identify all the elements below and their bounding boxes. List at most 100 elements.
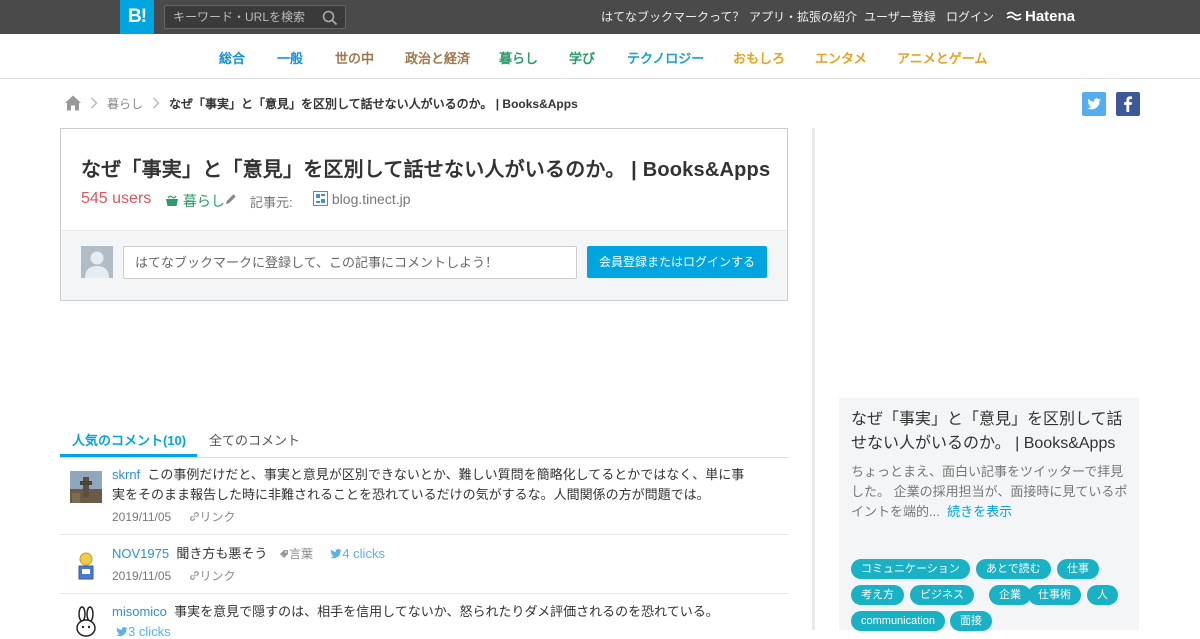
twitter-bird-icon [330, 549, 342, 559]
breadcrumb-category[interactable]: 暮らし [107, 95, 143, 113]
entry-title[interactable]: なぜ「事実」と「意見」を区別して話せない人がいるのか。 | Books&Apps [81, 153, 770, 182]
link-icon [189, 512, 199, 521]
tag-chip[interactable]: 仕事術 [1028, 585, 1081, 605]
tab-popular-comments[interactable]: 人気のコメント(10) [72, 430, 186, 449]
user-avatar-placeholder [81, 246, 113, 278]
search-icon[interactable] [322, 10, 338, 26]
category-social[interactable]: 世の中 [335, 48, 374, 67]
comment-meta: 2019/11/05 リンク [112, 567, 236, 584]
pencil-icon[interactable] [225, 193, 237, 205]
show-more-link[interactable]: 続きを表示 [947, 504, 1012, 519]
tag-chip[interactable]: 考え方 [851, 585, 904, 605]
comment-row: misomico 事実を意見で隠すのは、相手を信用してないか、怒られたりダメ評価… [60, 594, 788, 639]
permalink-label: リンク [199, 510, 236, 524]
permalink[interactable]: リンク [189, 569, 236, 583]
category-entertainment[interactable]: エンタメ [815, 48, 867, 67]
tag-chip[interactable]: ビジネス [910, 585, 974, 605]
comment-row: NOV1975 聞き方も悪そう 言葉 4 clicks 2019/11/05 リ… [60, 535, 788, 594]
twitter-bird-icon [116, 627, 128, 637]
rabbit-avatar-icon [70, 606, 102, 638]
home-icon[interactable] [64, 94, 82, 112]
hatena-bookmark-logo[interactable]: B! [120, 0, 154, 34]
top-bar: B! はてなブックマークって？ アプリ・拡張の紹介 ユーザー登録 ログイン Ha… [0, 0, 1200, 34]
twitter-icon [1087, 98, 1101, 110]
category-knowledge[interactable]: 学び [569, 48, 595, 67]
comment-user[interactable]: NOV1975 [112, 546, 169, 561]
active-tab-indicator [60, 454, 197, 457]
tab-all-comments[interactable]: 全てのコメント [209, 430, 300, 449]
hatena-brand-link[interactable]: Hatena [1006, 0, 1075, 34]
breadcrumb-current: なぜ「事実」と「意見」を区別して話せない人がいるのか。 | Books&Apps [169, 97, 578, 111]
chevron-right-icon [152, 97, 160, 109]
twitter-share-button[interactable] [1082, 92, 1106, 116]
entry-box: なぜ「事実」と「意見」を区別して話せない人がいるのか。 | Books&Apps… [60, 128, 788, 301]
category-game[interactable]: アニメとゲーム [897, 48, 987, 67]
hatena-wave-icon [1006, 11, 1022, 21]
comment-meta: 2019/11/05 リンク [112, 508, 236, 525]
comment-text-line1: この事例だけだと、事実と意見が区別できないとか、難しい質問を簡略化してるとかでは… [147, 467, 745, 482]
comment-date[interactable]: 2019/11/05 [112, 569, 171, 583]
permalink[interactable]: リンク [189, 510, 236, 524]
tag-chip[interactable]: communication [851, 611, 945, 631]
search-box [164, 5, 346, 29]
twitter-clicks[interactable]: 3 clicks [116, 624, 171, 639]
nav-apps[interactable]: アプリ・拡張の紹介 [749, 0, 857, 34]
category-ippan[interactable]: 一般 [277, 48, 303, 67]
summary-title[interactable]: なぜ「事実」と「意見」を区別して話せない人がいるのか。 | Books&Apps [851, 408, 1131, 456]
register-login-button[interactable]: 会員登録またはログインする [587, 246, 767, 278]
category-it[interactable]: テクノロジー [627, 48, 704, 67]
avatar[interactable] [70, 606, 102, 638]
comment-row: skrnf この事例だけだと、事実と意見が区別できないとか、難しい質問を簡略化し… [60, 458, 788, 535]
comment-form-area: 会員登録またはログインする [61, 230, 787, 300]
category-fun[interactable]: おもしろ [733, 48, 785, 67]
comment-text: 聞き方も悪そう [176, 546, 268, 561]
tag-chip[interactable]: 仕事 [1057, 559, 1099, 579]
user-avatar-icon [70, 549, 102, 581]
category-life[interactable]: 暮らし [499, 48, 538, 67]
entry-category[interactable]: 暮らし [165, 191, 225, 211]
tag-chip[interactable]: コミュニケーション [851, 559, 970, 579]
hatena-brand-text: Hatena [1025, 8, 1076, 25]
users-count[interactable]: 545 users [81, 190, 151, 208]
facebook-share-button[interactable] [1116, 92, 1140, 116]
permalink-label: リンク [199, 569, 236, 583]
tag-icon [279, 550, 288, 558]
comment-body: misomico 事実を意見で隠すのは、相手を信用してないか、怒られたりダメ評価… [112, 602, 719, 622]
comment-user[interactable]: misomico [112, 604, 167, 619]
source-domain: blog.tinect.jp [331, 191, 411, 207]
avatar[interactable] [70, 471, 102, 503]
comment-user[interactable]: skrnf [112, 467, 140, 482]
comment-text: 事実を意見で隠すのは、相手を信用してないか、怒られたりダメ評価されるのを恐れてい… [174, 604, 719, 619]
nav-login[interactable]: ログイン [946, 0, 994, 34]
bookmark-comment-input[interactable] [123, 246, 577, 279]
summary-description: ちょっとまえ、面白い記事をツイッターで拝見した。 企業の採用担当が、面接時に見て… [851, 462, 1131, 522]
default-user-icon [85, 251, 109, 278]
entry-category-label: 暮らし [182, 193, 225, 209]
category-nav: 総合 一般 世の中 政治と経済 暮らし 学び テクノロジー おもしろ エンタメ … [0, 34, 1200, 79]
comment-tabs: 人気のコメント(10) 全てのコメント [60, 420, 788, 458]
user-photo-icon [70, 471, 102, 503]
site-favicon-icon [313, 191, 328, 206]
category-general[interactable]: 総合 [219, 48, 245, 67]
avatar[interactable] [70, 549, 102, 581]
comment-date[interactable]: 2019/11/05 [112, 510, 171, 524]
column-divider [812, 128, 815, 630]
comment-tag[interactable]: 言葉 [279, 547, 316, 561]
facebook-icon [1124, 96, 1132, 112]
nav-about[interactable]: はてなブックマークって？ [601, 0, 744, 34]
tag-chip[interactable]: 人 [1087, 585, 1118, 605]
tag-chip[interactable]: 面接 [950, 611, 992, 631]
source-link[interactable]: blog.tinect.jp [313, 191, 411, 207]
tag-chip[interactable]: 企業 [989, 585, 1031, 605]
comment-tag-label: 言葉 [288, 547, 313, 561]
chevron-right-icon [90, 97, 98, 109]
cup-icon [166, 195, 178, 206]
category-economics[interactable]: 政治と経済 [405, 48, 470, 67]
search-input[interactable] [173, 9, 318, 25]
comment-body: NOV1975 聞き方も悪そう 言葉 4 clicks [112, 544, 385, 564]
twitter-clicks[interactable]: 4 clicks [330, 546, 385, 561]
twitter-clicks-label: 3 clicks [128, 624, 171, 639]
nav-register[interactable]: ユーザー登録 [864, 0, 936, 34]
tag-chip[interactable]: あとで読む [976, 559, 1051, 579]
source-label: 記事元: [250, 195, 293, 210]
